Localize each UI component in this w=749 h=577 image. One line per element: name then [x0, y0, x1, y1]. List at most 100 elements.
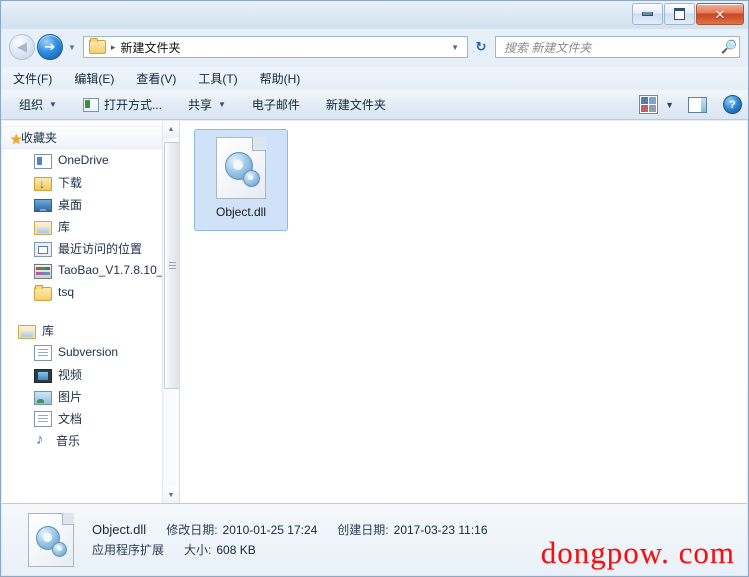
breadcrumb-current-folder[interactable]: 新建文件夹 [120, 39, 180, 56]
email-button[interactable]: 电子邮件 [252, 96, 300, 113]
sidebar-item-libraries-fav[interactable]: 库 [2, 215, 179, 237]
back-arrow-icon: ◀ [17, 39, 27, 54]
new-folder-label: 新建文件夹 [325, 98, 386, 112]
file-list-view[interactable]: Object.dll [180, 121, 747, 504]
sidebar-item-label: 图片 [58, 389, 83, 404]
scroll-up-button[interactable]: ▲ [163, 121, 179, 138]
details-modified-value: 2010-01-25 17:24 [222, 522, 318, 537]
sidebar-item-label: 最近访问的位置 [58, 241, 143, 256]
page-fold-icon [62, 512, 74, 525]
history-dropdown-icon[interactable]: ▼ [68, 43, 76, 52]
chevron-down-icon: ▼ [49, 100, 57, 109]
menu-item-view[interactable]: 查看(V) [136, 70, 176, 87]
desktop-icon [34, 199, 52, 212]
scroll-down-button[interactable]: ▼ [163, 487, 179, 504]
gear-icon [52, 541, 67, 557]
sidebar-item-pictures[interactable]: 图片 [2, 385, 179, 407]
sidebar-item-music[interactable]: 音乐 [2, 429, 179, 451]
file-name-label: Object.dll [215, 205, 267, 219]
menu-item-tools[interactable]: 工具(T) [198, 70, 237, 87]
details-file-type: 应用程序扩展 [92, 543, 165, 557]
new-folder-button[interactable]: 新建文件夹 [326, 96, 386, 113]
change-view-icon[interactable] [639, 95, 659, 114]
dll-file-icon [216, 137, 266, 199]
picture-icon [34, 390, 52, 405]
details-size-value: 608 KB [216, 542, 256, 557]
sidebar-item-recent-places[interactable]: 最近访问的位置 [2, 237, 179, 259]
explorer-window: ✕ ◀ ➔ ▼ ▸ 新建文件夹 ▼ ↻ 搜索 新建文件夹 🔍 文件(F) 编辑(… [0, 0, 749, 577]
close-icon: ✕ [714, 6, 726, 22]
search-input[interactable]: 搜索 新建文件夹 [496, 39, 719, 56]
rar-archive-icon [34, 263, 52, 279]
refresh-button[interactable]: ↻ [470, 36, 492, 58]
scrollbar-thumb[interactable] [164, 142, 179, 389]
library-icon [34, 220, 52, 235]
sidebar-item-label: 下载 [58, 175, 83, 190]
forward-arrow-icon: ➔ [44, 39, 56, 54]
organize-button[interactable]: 组织 ▼ [19, 96, 57, 113]
close-button[interactable]: ✕ [696, 3, 744, 25]
maximize-icon [674, 8, 685, 20]
maximize-button[interactable] [664, 3, 695, 25]
details-row-primary: Object.dll 修改日期: 2010-01-25 17:24 创建日期: … [92, 521, 488, 538]
menu-bar: 文件(F) 编辑(E) 查看(V) 工具(T) 帮助(H) [1, 67, 748, 90]
sidebar-group-libraries[interactable]: 库 [2, 320, 179, 341]
sidebar-item-videos[interactable]: 视频 [2, 363, 179, 385]
recent-places-icon [34, 241, 52, 257]
navigation-scrollbar[interactable]: ▲ ▼ [162, 121, 179, 504]
breadcrumb-separator-icon: ▸ [110, 41, 116, 52]
sidebar-item-subversion[interactable]: Subversion [2, 341, 179, 363]
onedrive-icon [34, 153, 52, 169]
details-created-label: 创建日期: [337, 523, 389, 537]
address-bar: ◀ ➔ ▼ ▸ 新建文件夹 ▼ ↻ 搜索 新建文件夹 🔍 [1, 29, 748, 65]
sidebar-item-onedrive[interactable]: OneDrive [2, 149, 179, 171]
view-dropdown-icon[interactable]: ▼ [665, 100, 674, 110]
details-row-secondary: 应用程序扩展 大小: 608 KB [92, 541, 488, 558]
main-split: ★ 收藏夹 OneDrive 下载 桌面 库 [2, 121, 747, 504]
toolbar-right-group: ▼ ? [639, 95, 742, 114]
details-size-label: 大小: [184, 543, 212, 557]
music-icon [34, 432, 50, 448]
menu-item-help[interactable]: 帮助(H) [260, 70, 301, 87]
command-toolbar: 组织 ▼ 打开方式... 共享 ▼ 电子邮件 新建文件夹 ▼ ? [1, 90, 748, 120]
sidebar-item-taobao[interactable]: TaoBao_V1.7.8.10_ [2, 259, 179, 281]
sidebar-item-desktop[interactable]: 桌面 [2, 193, 179, 215]
window-controls: ✕ [631, 3, 744, 25]
sidebar-item-label: 文档 [58, 411, 83, 426]
chevron-down-icon: ▼ [217, 100, 226, 109]
sidebar-item-documents[interactable]: 文档 [2, 407, 179, 429]
minimize-icon [642, 12, 653, 16]
details-pane: Object.dll 修改日期: 2010-01-25 17:24 创建日期: … [2, 503, 747, 575]
help-icon[interactable]: ? [723, 95, 742, 114]
sidebar-group-favorites[interactable]: ★ 收藏夹 [2, 126, 179, 149]
address-dropdown-icon[interactable]: ▼ [451, 43, 464, 52]
preview-pane-icon[interactable] [688, 96, 707, 113]
sidebar-group-libraries-label: 库 [42, 324, 55, 338]
folder-icon [34, 284, 52, 301]
library-icon [18, 325, 36, 339]
sidebar-item-tsq[interactable]: tsq [2, 281, 179, 303]
share-label: 共享 [187, 98, 212, 112]
address-path-box[interactable]: ▸ 新建文件夹 ▼ [82, 36, 468, 58]
menu-item-file[interactable]: 文件(F) [13, 70, 52, 87]
sidebar-item-label: TaoBao_V1.7.8.10_ [58, 263, 164, 277]
sidebar-item-label: 视频 [58, 367, 83, 382]
list-item[interactable]: Object.dll [194, 129, 288, 231]
search-box[interactable]: 搜索 新建文件夹 🔍 [495, 36, 740, 58]
video-icon [34, 368, 52, 383]
sidebar-item-label: 库 [58, 219, 71, 234]
sidebar-item-downloads[interactable]: 下载 [2, 171, 179, 193]
back-button[interactable]: ◀ [9, 34, 35, 60]
open-with-button[interactable]: 打开方式... [82, 96, 162, 113]
search-icon: 🔍 [720, 39, 738, 54]
forward-button[interactable]: ➔ [37, 34, 63, 60]
minimize-button[interactable] [632, 3, 663, 25]
share-button[interactable]: 共享 ▼ [188, 96, 226, 113]
details-text-block: Object.dll 修改日期: 2010-01-25 17:24 创建日期: … [92, 518, 488, 561]
page-fold-icon [252, 137, 266, 151]
menu-item-edit[interactable]: 编辑(E) [74, 70, 114, 87]
sidebar-item-label: tsq [58, 285, 75, 299]
document-icon [34, 410, 52, 427]
email-label: 电子邮件 [251, 98, 300, 112]
refresh-icon: ↻ [475, 39, 487, 54]
